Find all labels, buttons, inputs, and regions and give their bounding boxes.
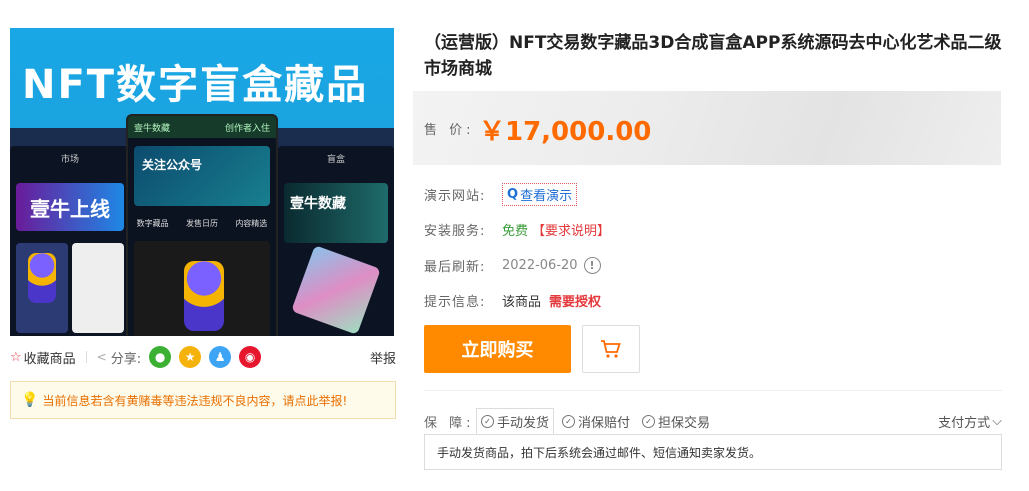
check-icon: ✓ (642, 414, 656, 428)
service-row: 安装服务: 免费 【要求说明】 (424, 218, 610, 240)
qq-icon[interactable]: ♟ (209, 346, 232, 368)
guarantee-tab-manual[interactable]: ✓ 手动发货 (476, 407, 555, 435)
tip-value: 该商品 (502, 294, 542, 310)
info-exclamation-icon[interactable]: ! (583, 256, 601, 274)
chevron-down-icon: ⌵ (992, 413, 1002, 429)
check-icon: ✓ (562, 414, 576, 428)
guarantee-tab-compensation[interactable]: ✓ 消保赔付 (558, 409, 634, 434)
cart-icon (601, 340, 621, 358)
image-mid-tab: 数字藏品 (136, 219, 169, 228)
image-banner: NFT数字盲盒藏品 (10, 28, 394, 128)
image-phone-right: 盲盒 壹牛数藏 (278, 146, 394, 336)
image-phone-tab: 盲盒 (326, 155, 345, 165)
guarantee-text: 担保交易 (658, 415, 711, 431)
divider (424, 390, 1002, 391)
demo-link-text: 查看演示 (520, 188, 573, 204)
guarantee-description: 手动发货商品，拍下后系统会通过邮件、短信通知卖家发货。 (424, 434, 1002, 470)
check-icon: ✓ (481, 414, 494, 428)
star-icon: ☆ (10, 349, 22, 365)
refresh-label: 最后刷新: (424, 259, 486, 275)
guarantee-text: 消保赔付 (578, 415, 631, 431)
favorite-button[interactable]: ☆ 收藏商品 (10, 348, 76, 367)
favorite-label: 收藏商品 (23, 351, 76, 367)
image-blindbox-cube (291, 245, 381, 335)
weibo-icon[interactable]: ◉ (239, 346, 262, 368)
image-art-showcase (134, 241, 270, 336)
image-phone-left: 市场 壹牛上线 (10, 146, 130, 336)
guarantee-row: 保 障: ✓ 手动发货 ✓ 消保赔付 ✓ 担保交易 支付方式 ⌵ (424, 407, 1002, 435)
image-phone-tab: 市场 (60, 155, 79, 165)
image-art-card (72, 243, 124, 333)
buy-now-button[interactable]: 立即购买 (424, 325, 571, 373)
price-box: 售 价: ￥17,000.00 (413, 91, 1001, 165)
guarantee-tab-escrow[interactable]: ✓ 担保交易 (638, 409, 714, 434)
divider (85, 351, 87, 363)
refresh-row: 最后刷新: 2022-06-20 ! (424, 254, 601, 276)
guarantee-label: 保 障: (424, 415, 475, 431)
price-label: 售 价: (424, 123, 475, 138)
guarantee-text: 手动发货 (497, 415, 550, 431)
image-creator: 创作者入住 (224, 123, 270, 134)
demo-label: 演示网站: (424, 188, 486, 204)
demo-row: 演示网站: Q 查看演示 (424, 182, 578, 206)
tip-row: 提示信息: 该商品 需要授权 (424, 289, 601, 311)
share-icon: < (96, 350, 107, 364)
image-right-banner: 壹牛数藏 (284, 183, 388, 243)
image-banner-title: NFT数字盲盒藏品 (22, 62, 369, 108)
product-title: （运营版）NFT交易数字藏品3D合成盲盒APP系统源码去中心化艺术品二级市场商城 (424, 33, 1002, 79)
image-neon-sign: 壹牛上线 (16, 183, 124, 231)
share-text: 分享: (110, 351, 142, 367)
image-mid-tab: 内容精选 (235, 219, 268, 228)
image-phone-middle: 壹牛数藏 创作者入住 关注公众号 数字藏品 发售日历 内容精选 (126, 114, 278, 336)
lightbulb-icon: 💡 (21, 392, 39, 408)
report-notice-text: 当前信息若含有黄赌毒等违法违规不良内容，请点此举报! (42, 393, 348, 408)
tip-auth-flag: 需要授权 (549, 294, 602, 310)
qzone-icon[interactable]: ★ (179, 346, 202, 368)
payment-label: 支付方式 (938, 415, 991, 431)
service-label: 安装服务: (424, 223, 486, 239)
product-image[interactable]: NFT数字盲盒藏品 市场 壹牛上线 壹牛数藏 创作者入住 关注公众号 数字藏品 … (10, 28, 394, 336)
image-mid-tab: 发售日历 (185, 219, 218, 228)
demo-link[interactable]: Q 查看演示 (502, 182, 578, 206)
search-icon: Q (507, 186, 519, 202)
image-follow-banner: 关注公众号 (134, 146, 270, 206)
wechat-icon[interactable]: ● (149, 346, 172, 368)
report-link[interactable]: 举报 (370, 348, 396, 367)
refresh-date: 2022-06-20 (502, 257, 578, 273)
add-to-cart-button[interactable] (582, 325, 640, 373)
report-notice[interactable]: 💡 当前信息若含有黄赌毒等违法违规不良内容，请点此举报! (10, 381, 396, 419)
service-value: 免费 (502, 223, 529, 239)
image-art-card (16, 243, 68, 333)
payment-methods-dropdown[interactable]: 支付方式 ⌵ (938, 412, 1002, 431)
service-note-link[interactable]: 【要求说明】 (532, 220, 610, 239)
share-label: < 分享: (97, 348, 141, 367)
image-brand: 壹牛数藏 (134, 123, 171, 134)
share-row: ☆ 收藏商品 < 分享: ● ★ ♟ ◉ 举报 (10, 346, 396, 368)
price-value: ￥17,000.00 (479, 117, 652, 147)
tip-label: 提示信息: (424, 294, 486, 310)
